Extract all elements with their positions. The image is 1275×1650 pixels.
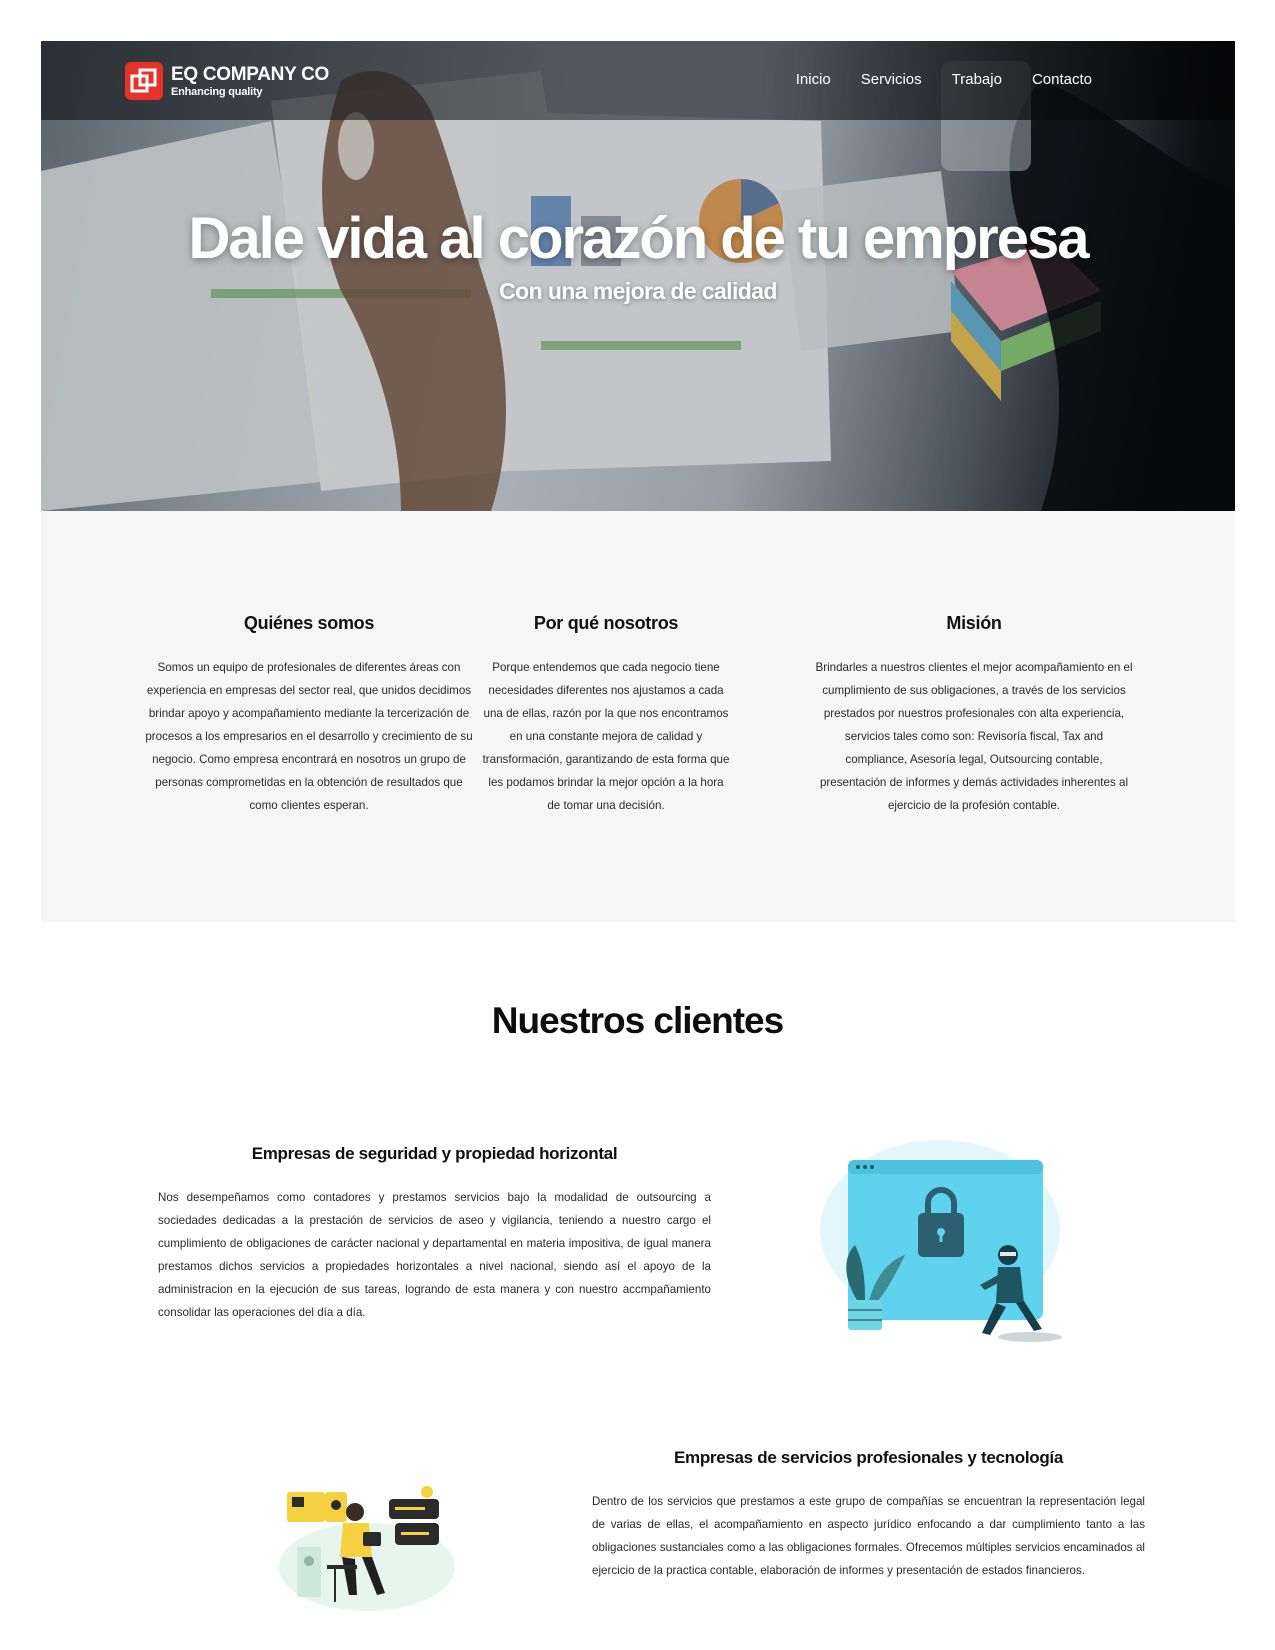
feature-title: Por qué nosotros xyxy=(533,613,679,633)
feature-title: Misión xyxy=(946,613,1002,633)
client-text: Nos desempeñamos como contadores y prest… xyxy=(158,1191,711,1319)
hero-banner: EQ COMPANY CO Enhancing quality Inicio S… xyxy=(41,41,1235,511)
logo[interactable]: EQ COMPANY CO Enhancing quality xyxy=(125,62,329,100)
feature-quienes-somos: Quiénes somos Somos un equipo de profesi… xyxy=(144,613,474,817)
feature-text: Porque entendemos que cada negocio tiene… xyxy=(482,661,730,812)
security-lock-illustration xyxy=(820,1140,1062,1342)
hero-subtitle: Con una mejora de calidad xyxy=(499,278,777,304)
brand-tagline: Enhancing quality xyxy=(171,85,263,98)
client-text: Dentro de los servicios que prestamos a … xyxy=(592,1495,1145,1577)
nav-item-contacto[interactable]: Contacto xyxy=(1032,71,1092,88)
client-servicios-tecnologia: Empresas de servicios profesionales y te… xyxy=(592,1448,1145,1582)
tech-professional-illustration xyxy=(279,1486,455,1611)
feature-text: Somos un equipo de profesionales de dife… xyxy=(145,661,473,812)
nav-item-servicios[interactable]: Servicios xyxy=(861,71,922,88)
navbar: EQ COMPANY CO Enhancing quality Inicio S… xyxy=(41,41,1235,120)
clients-title: Nuestros clientes xyxy=(491,1000,784,1041)
hero-title: Dale vida al corazón de tu empresa xyxy=(188,206,1089,271)
feature-text: Brindarles a nuestros clientes el mejor … xyxy=(815,661,1133,812)
feature-mision: Misión Brindarles a nuestros clientes el… xyxy=(814,613,1134,817)
nav-item-trabajo[interactable]: Trabajo xyxy=(952,71,1002,88)
client-title: Empresas de seguridad y propiedad horizo… xyxy=(251,1144,618,1163)
feature-por-que-nosotros: Por qué nosotros Porque entendemos que c… xyxy=(481,613,731,817)
feature-title: Quiénes somos xyxy=(243,613,375,633)
client-title: Empresas de servicios profesionales y te… xyxy=(673,1448,1064,1467)
main-nav: Inicio Servicios Trabajo Contacto xyxy=(766,71,1092,88)
brand-name: EQ COMPANY CO xyxy=(171,63,329,85)
client-seguridad: Empresas de seguridad y propiedad horizo… xyxy=(158,1144,711,1324)
logo-icon xyxy=(125,62,163,100)
features-section: Quiénes somos Somos un equipo de profesi… xyxy=(41,511,1235,922)
nav-item-inicio[interactable]: Inicio xyxy=(796,71,831,88)
